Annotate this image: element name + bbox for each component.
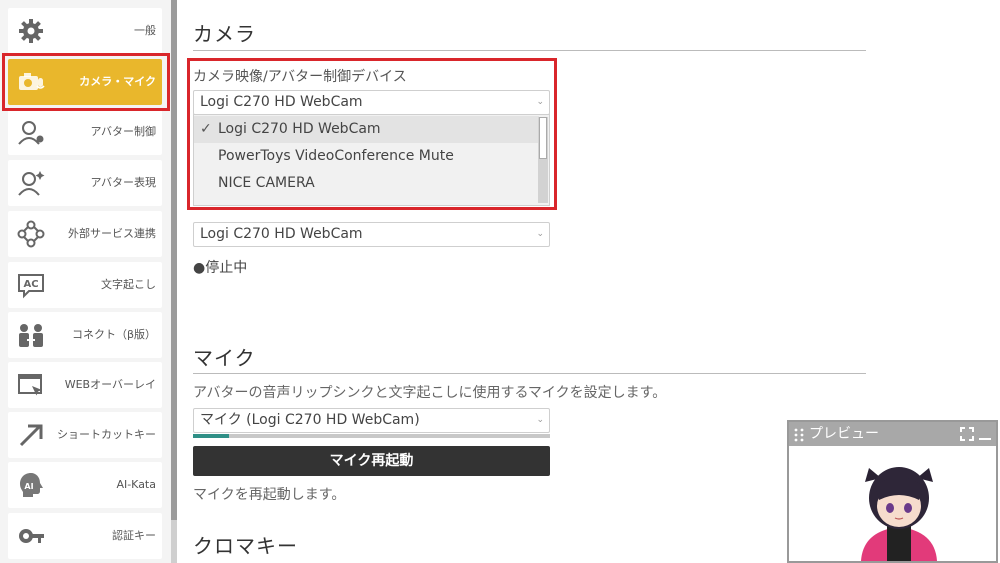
sidebar-item-avatar-expression[interactable]: アバター表現	[8, 160, 162, 206]
sidebar-item-label: AI-Kata	[116, 478, 156, 491]
gear-icon	[16, 16, 46, 46]
dropdown-scrollbar-thumb[interactable]	[539, 117, 547, 159]
avatar-expression-icon	[16, 168, 46, 198]
connect-people-icon	[16, 320, 46, 350]
chevron-down-icon: ⌄	[536, 229, 544, 239]
shortcut-arrow-icon	[16, 420, 46, 450]
mic-level-meter	[193, 434, 550, 438]
auth-key-icon	[16, 521, 46, 551]
sidebar-item-label: コネクト（β版）	[71, 328, 156, 341]
sidebar-scrollbar[interactable]	[171, 0, 177, 563]
sidebar-item-transcription[interactable]: AC 文字起こし	[8, 262, 162, 308]
avatar-control-icon	[16, 117, 46, 147]
divider	[193, 373, 866, 374]
dropdown-option[interactable]: ✓ Logi C270 HD WebCam	[194, 116, 539, 143]
sidebar-item-external-service[interactable]: 外部サービス連携	[8, 211, 162, 257]
camera-secondary-select[interactable]: Logi C270 HD WebCam ⌄	[193, 222, 550, 247]
sidebar-item-connect[interactable]: コネクト（β版）	[8, 312, 162, 358]
mic-level-fill	[193, 434, 229, 438]
option-label: NICE CAMERA	[218, 175, 315, 191]
sidebar-item-auth-key[interactable]: 認証キー	[8, 513, 162, 559]
sidebar-item-label: 認証キー	[112, 529, 156, 542]
dropdown-option[interactable]: PowerToys VideoConference Mute	[194, 143, 539, 170]
camera-device-select[interactable]: Logi C270 HD WebCam ⌄	[193, 90, 550, 115]
select-value: マイク (Logi C270 HD WebCam)	[200, 412, 420, 428]
svg-text:AC: AC	[23, 279, 38, 290]
ac-caption-icon: AC	[16, 270, 46, 300]
sidebar-item-label: 文字起こし	[101, 278, 156, 291]
mic-description: アバターの音声リップシンクと文字起こしに使用するマイクを設定します。	[193, 385, 667, 401]
chevron-down-icon: ⌄	[536, 97, 544, 107]
avatar-preview-image	[861, 467, 937, 561]
preview-panel[interactable]: プレビュー	[787, 420, 998, 563]
sidebar-item-label: 外部サービス連携	[68, 227, 156, 240]
preview-titlebar[interactable]: プレビュー	[789, 422, 996, 446]
fullscreen-icon[interactable]	[960, 426, 974, 441]
dropdown-scrollbar[interactable]	[538, 117, 548, 203]
sidebar-item-label: アバター制御	[90, 125, 156, 138]
sidebar-item-label: アバター表現	[90, 176, 156, 189]
mic-restart-button[interactable]: マイク再起動	[193, 446, 550, 476]
dropdown-option[interactable]: NICE CAMERA	[194, 170, 539, 197]
select-value: Logi C270 HD WebCam	[200, 226, 363, 242]
mic-device-select[interactable]: マイク (Logi C270 HD WebCam) ⌄	[193, 408, 550, 433]
preview-stage	[789, 446, 996, 561]
sidebar-item-shortcut[interactable]: ショートカットキー	[8, 412, 162, 458]
camera-status: ●停止中	[193, 260, 248, 276]
sidebar-item-ai-kata[interactable]: AI AI-Kata	[8, 462, 162, 508]
sidebar-item-web-overlay[interactable]: WEBオーバーレイ	[8, 362, 162, 408]
sidebar-item-camera-mic[interactable]: カメラ・マイク	[8, 59, 162, 105]
svg-text:AI: AI	[24, 482, 33, 491]
option-label: PowerToys VideoConference Mute	[218, 148, 454, 164]
camera-device-dropdown[interactable]: ✓ Logi C270 HD WebCam PowerToys VideoCon…	[193, 114, 550, 206]
minimize-icon[interactable]	[978, 426, 992, 440]
section-title-mic: マイク	[193, 346, 256, 370]
sidebar-item-avatar-control[interactable]: アバター制御	[8, 109, 162, 155]
scrollbar-thumb[interactable]	[171, 0, 177, 520]
divider	[193, 50, 866, 51]
option-label: Logi C270 HD WebCam	[218, 121, 381, 137]
preview-title: プレビュー	[809, 426, 879, 442]
drag-handle-icon[interactable]	[793, 427, 805, 442]
ai-head-icon: AI	[16, 470, 46, 500]
sidebar: 一般 カメラ・マイク アバター制御 アバター表現 外部サービス連携 AC 文字起…	[0, 0, 171, 563]
camera-mic-icon	[16, 67, 46, 97]
section-title-chroma-key: クロマキー	[193, 534, 298, 558]
sidebar-item-label: WEBオーバーレイ	[64, 378, 156, 391]
mic-restart-note: マイクを再起動します。	[193, 487, 346, 503]
sidebar-item-general[interactable]: 一般	[8, 8, 162, 54]
external-service-icon	[16, 219, 46, 249]
main-content: カメラ カメラ映像/アバター制御デバイス Logi C270 HD WebCam…	[193, 0, 873, 563]
select-value: Logi C270 HD WebCam	[200, 94, 363, 110]
section-title-camera: カメラ	[193, 22, 256, 46]
sidebar-item-label: ショートカットキー	[57, 428, 156, 441]
check-icon: ✓	[200, 121, 212, 137]
chevron-down-icon: ⌄	[536, 415, 544, 425]
sidebar-item-label: 一般	[134, 24, 156, 37]
camera-device-label: カメラ映像/アバター制御デバイス	[193, 69, 407, 85]
sidebar-item-label: カメラ・マイク	[79, 75, 156, 88]
web-overlay-icon	[16, 370, 46, 400]
